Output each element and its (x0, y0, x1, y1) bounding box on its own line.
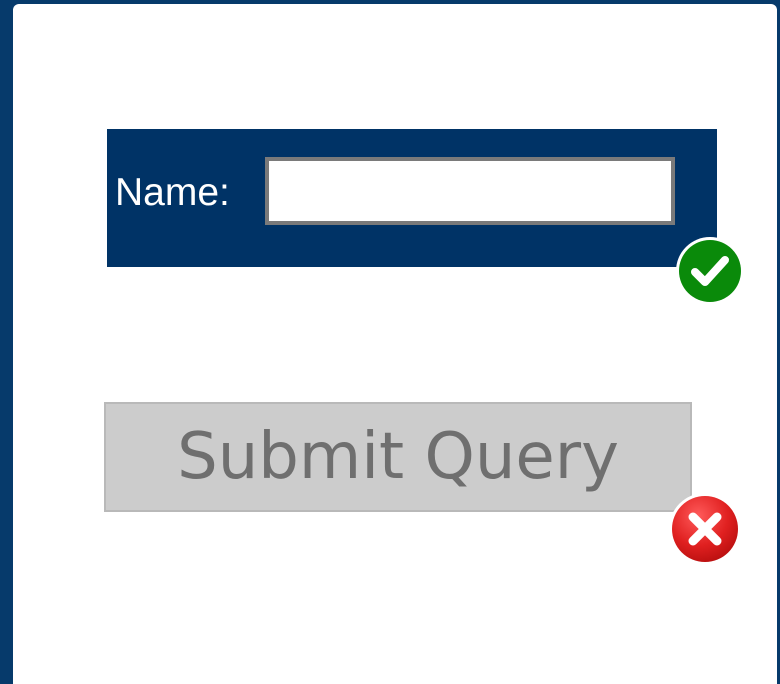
name-input[interactable] (265, 157, 675, 225)
page-frame: Name: (13, 4, 777, 684)
name-field-panel: Name: (107, 129, 717, 267)
submit-query-button[interactable]: Submit Query (104, 402, 692, 512)
name-label: Name: (115, 171, 230, 214)
checkmark-icon (676, 237, 744, 305)
error-x-icon (669, 493, 741, 565)
